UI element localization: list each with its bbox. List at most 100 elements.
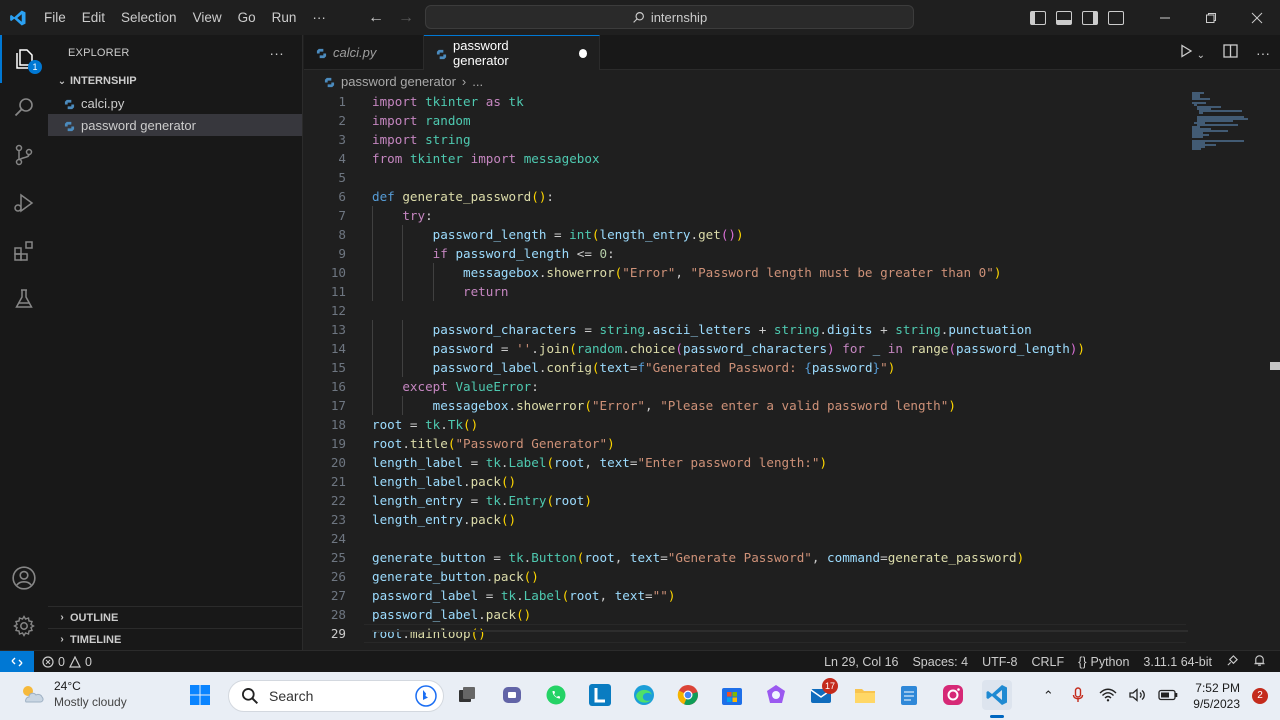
activity-run-debug[interactable]	[0, 179, 48, 227]
horizontal-scrollbar[interactable]	[372, 630, 1188, 632]
close-window-button[interactable]	[1234, 0, 1280, 35]
activity-accounts[interactable]	[0, 554, 48, 602]
encoding[interactable]: UTF-8	[982, 655, 1017, 669]
code-line[interactable]: 10 messagebox.showerror("Error", "Passwo…	[304, 263, 1184, 282]
vscode-taskbar-icon[interactable]	[982, 680, 1012, 710]
customize-layout-icon[interactable]	[1108, 10, 1124, 25]
indentation[interactable]: Spaces: 4	[912, 655, 968, 669]
code-line[interactable]: 1 import tkinter as tk	[304, 92, 1184, 111]
run-python-file-icon[interactable]: ⌄	[1179, 44, 1205, 61]
activity-manage[interactable]	[0, 602, 48, 650]
feedback-icon[interactable]	[1226, 654, 1239, 670]
tab-calci-py[interactable]: calci.py	[304, 35, 424, 70]
activity-testing[interactable]	[0, 275, 48, 323]
activity-extensions[interactable]	[0, 227, 48, 275]
python-interpreter[interactable]: 3.11.1 64-bit	[1143, 655, 1212, 669]
restore-button[interactable]	[1188, 0, 1234, 35]
teams-chat-icon[interactable]	[497, 680, 527, 710]
chrome-browser-icon[interactable]	[673, 680, 703, 710]
menu-run[interactable]: Run	[264, 0, 305, 35]
code-line[interactable]: 12	[304, 301, 1184, 320]
activity-explorer[interactable]: 1	[0, 35, 48, 83]
notifications-bell-icon[interactable]	[1253, 654, 1266, 670]
toggle-primary-sidebar-icon[interactable]	[1030, 10, 1046, 25]
weather-widget[interactable]: 24°C Mostly cloudy	[18, 678, 127, 710]
taskbar-search[interactable]: Search	[228, 680, 444, 712]
code-line[interactable]: 27 password_label = tk.Label(root, text="…	[304, 586, 1184, 605]
cursor-position[interactable]: Ln 29, Col 16	[824, 655, 898, 669]
l-app-icon[interactable]	[585, 680, 615, 710]
task-view-icon[interactable]	[452, 680, 482, 710]
back-arrow-icon[interactable]: ←	[368, 9, 384, 27]
code-line[interactable]: 23 length_entry.pack()	[304, 510, 1184, 529]
menu-file[interactable]: File	[36, 0, 74, 35]
folder-internship[interactable]: ⌄ INTERNSHIP	[48, 70, 302, 92]
code-line[interactable]: 21 length_label.pack()	[304, 472, 1184, 491]
notification-badge[interactable]: 2	[1252, 688, 1268, 704]
file-password-generator[interactable]: password generator	[48, 114, 302, 136]
code-line[interactable]: 4 from tkinter import messagebox	[304, 149, 1184, 168]
edge-browser-icon[interactable]	[629, 680, 659, 710]
minimap[interactable]	[1192, 92, 1268, 152]
scrollbar-thumb[interactable]	[1270, 362, 1280, 370]
code-line[interactable]: 18 root = tk.Tk()	[304, 415, 1184, 434]
more-actions-icon[interactable]: ···	[1256, 45, 1270, 61]
menu-selection[interactable]: Selection	[113, 0, 185, 35]
toggle-panel-icon[interactable]	[1056, 10, 1072, 25]
code-line[interactable]: 25 generate_button = tk.Button(root, text…	[304, 548, 1184, 567]
forward-arrow-icon[interactable]: →	[398, 9, 414, 27]
breadcrumb-more[interactable]: ...	[472, 74, 483, 89]
code-line[interactable]: 2 import random	[304, 111, 1184, 130]
clock[interactable]: 7:52 PM 9/5/2023	[1193, 680, 1240, 712]
activity-source-control[interactable]	[0, 131, 48, 179]
code-line[interactable]: 20 length_label = tk.Label(root, text="En…	[304, 453, 1184, 472]
code-line[interactable]: 22 length_entry = tk.Entry(root)	[304, 491, 1184, 510]
bing-icon[interactable]	[415, 685, 437, 707]
code-line[interactable]: 5	[304, 168, 1184, 187]
explorer-more-actions[interactable]: ···	[269, 45, 284, 61]
code-line[interactable]: 24	[304, 529, 1184, 548]
code-line[interactable]: 9 if password_length <= 0:	[304, 244, 1184, 263]
minimize-button[interactable]	[1142, 0, 1188, 35]
battery-icon[interactable]	[1157, 689, 1179, 704]
problems-indicator[interactable]: 0 0	[42, 655, 92, 669]
code-line[interactable]: 15 password_label.config(text=f"Generate…	[304, 358, 1184, 377]
chevron-down-icon[interactable]: ⌄	[1197, 50, 1205, 61]
code-line[interactable]: 17 messagebox.showerror("Error", "Please…	[304, 396, 1184, 415]
toggle-secondary-sidebar-icon[interactable]	[1082, 10, 1098, 25]
microphone-icon[interactable]	[1067, 686, 1089, 706]
end-of-line[interactable]: CRLF	[1031, 655, 1064, 669]
code-line[interactable]: 26 generate_button.pack()	[304, 567, 1184, 586]
mail-icon[interactable]: 17	[806, 678, 838, 710]
copilot-icon[interactable]	[761, 680, 791, 710]
wifi-icon[interactable]	[1097, 688, 1119, 705]
breadcrumb-file[interactable]: password generator	[341, 74, 456, 89]
code-line[interactable]: 28 password_label.pack()	[304, 605, 1184, 624]
whatsapp-icon[interactable]	[541, 680, 571, 710]
volume-icon[interactable]	[1127, 687, 1149, 705]
microsoft-store-icon[interactable]	[717, 680, 747, 710]
instagram-icon[interactable]	[938, 680, 968, 710]
code-line[interactable]: 3 import string	[304, 130, 1184, 149]
menu-edit[interactable]: Edit	[74, 0, 113, 35]
menu-go[interactable]: Go	[230, 0, 264, 35]
code-line[interactable]: 13 password_characters = string.ascii_le…	[304, 320, 1184, 339]
timeline-section[interactable]: › TIMELINE	[48, 628, 303, 650]
code-line[interactable]: 19 root.title("Password Generator")	[304, 434, 1184, 453]
start-button[interactable]	[185, 680, 215, 710]
remote-indicator[interactable]	[0, 650, 34, 673]
unsaved-dot-icon[interactable]	[578, 48, 587, 58]
menu-view[interactable]: View	[185, 0, 230, 35]
code-line[interactable]: 6 def generate_password():	[304, 187, 1184, 206]
code-editor[interactable]: 1 import tkinter as tk 2 import random 3 impo…	[304, 92, 1280, 650]
tab-password-generator[interactable]: password generator	[424, 35, 600, 70]
file-calci-py[interactable]: calci.py	[48, 92, 302, 114]
code-line[interactable]: 29 root.mainloop()	[304, 624, 1184, 643]
code-line[interactable]: 7 try:	[304, 206, 1184, 225]
activity-search[interactable]	[0, 83, 48, 131]
code-line[interactable]: 8 password_length = int(length_entry.get…	[304, 225, 1184, 244]
outline-section[interactable]: › OUTLINE	[48, 606, 303, 628]
chevron-up-icon[interactable]: ⌃	[1037, 688, 1059, 704]
command-center-search[interactable]: internship	[425, 5, 914, 29]
split-editor-icon[interactable]	[1223, 44, 1238, 61]
